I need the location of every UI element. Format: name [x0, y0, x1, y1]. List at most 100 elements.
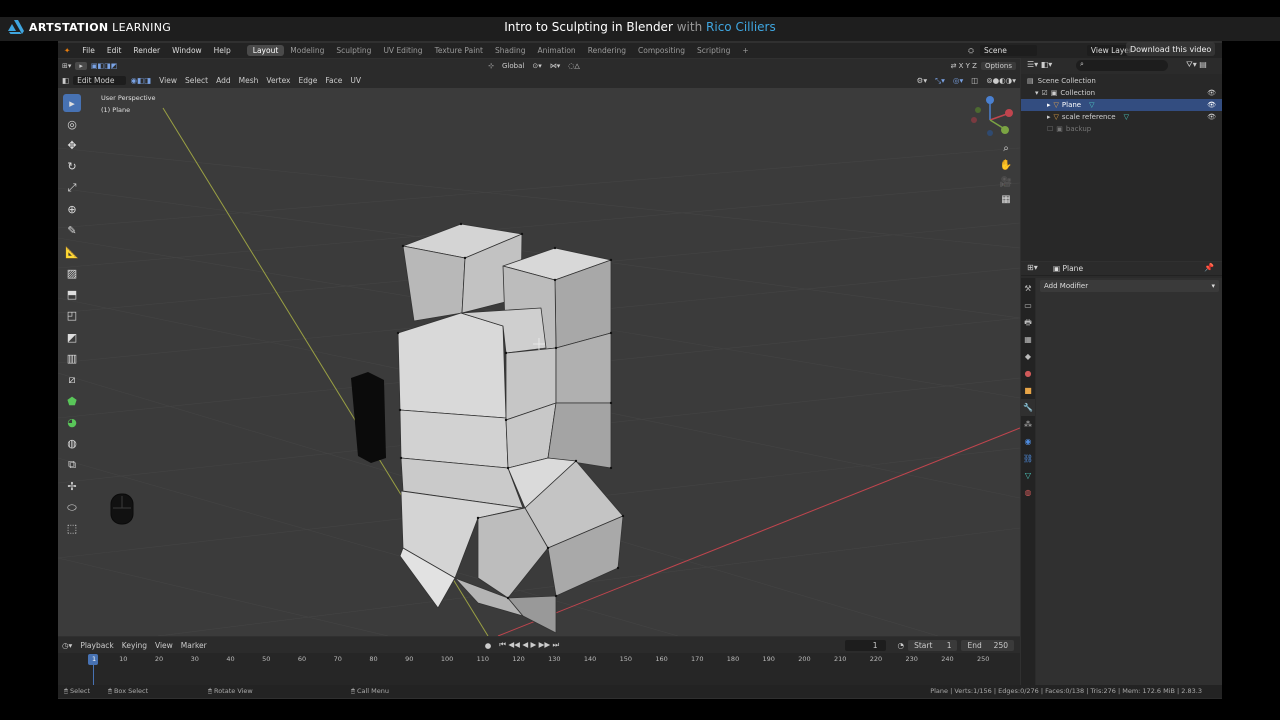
material-tab-icon[interactable]: ◍ [1021, 484, 1035, 501]
add-modifier-dropdown[interactable]: Add Modifier ▾ [1040, 280, 1219, 292]
pan-hand-icon[interactable]: ✋ [999, 157, 1013, 174]
outliner-row-collection[interactable]: ▾ ☑ ▣ Collection 👁 [1021, 87, 1222, 99]
transform-orientation-select[interactable]: Global [498, 62, 528, 70]
outliner-row-backup[interactable]: ☐ ▣ backup [1021, 123, 1222, 135]
menu-mesh[interactable]: Mesh [235, 76, 263, 85]
workspace-tab-compositing[interactable]: Compositing [632, 45, 691, 56]
xray-toggle-icon[interactable]: ◫ [967, 76, 982, 85]
workspace-tab-shading[interactable]: Shading [489, 45, 531, 56]
current-frame-input[interactable]: 1 [844, 639, 886, 651]
tool-tab-icon[interactable]: ⚒ [1021, 280, 1035, 297]
transform-orientation-icon[interactable]: ⊹ [484, 62, 498, 70]
add-cube-tool-icon[interactable]: ▨ [63, 264, 81, 282]
extrude-tool-icon[interactable]: ⬒ [63, 286, 81, 304]
menu-view[interactable]: View [155, 76, 181, 85]
scale-tool-icon[interactable]: ⤢ [63, 179, 81, 197]
ortho-toggle-icon[interactable]: ▦ [999, 191, 1013, 208]
edge-slide-tool-icon[interactable]: ⧉ [63, 456, 81, 474]
visibility-eye-icon[interactable]: 👁 [1207, 89, 1216, 97]
output-tab-icon[interactable]: 🖶 [1021, 314, 1035, 331]
gizmo-toggle-icon[interactable]: ⤡▾ [931, 76, 949, 86]
menu-help[interactable]: Help [208, 46, 237, 55]
select-mode-buttons[interactable]: ◉◧◨ [126, 76, 155, 85]
blender-logo-icon[interactable]: ✦ [58, 46, 76, 55]
options-dropdown[interactable]: Options [980, 62, 1016, 70]
outliner-editor-icon[interactable]: ☰▾ ◧▾ [1027, 60, 1052, 69]
workspace-tab-scripting[interactable]: Scripting [691, 45, 736, 56]
menu-vertex[interactable]: Vertex [262, 76, 294, 85]
loop-cut-tool-icon[interactable]: ▥ [63, 350, 81, 368]
menu-uv[interactable]: UV [346, 76, 365, 85]
workspace-tab-modeling[interactable]: Modeling [284, 45, 330, 56]
menu-add[interactable]: Add [212, 76, 235, 85]
modifier-tab-icon[interactable]: 🔧 [1021, 399, 1035, 416]
properties-editor-icon[interactable]: ⊞▾ [1027, 263, 1038, 272]
expand-arrow-icon[interactable]: ▸ [1047, 113, 1051, 121]
start-frame-field[interactable]: Start 1 [908, 639, 958, 651]
timeline-editor-icon[interactable]: ◷▾ [58, 641, 76, 650]
move-tool-icon[interactable]: ✥ [63, 137, 81, 155]
smooth-tool-icon[interactable]: ◍ [63, 435, 81, 453]
particles-tab-icon[interactable]: ⁂ [1021, 416, 1035, 433]
end-frame-field[interactable]: End 250 [961, 639, 1014, 651]
scene-selector[interactable]: Scene [980, 45, 1037, 56]
snap-icon[interactable]: ⋈▾ [546, 62, 565, 70]
annotate-tool-icon[interactable]: ✎ [63, 222, 81, 240]
rip-region-tool-icon[interactable]: ⬚ [63, 520, 81, 538]
shrink-fatten-tool-icon[interactable]: ✢ [63, 477, 81, 495]
physics-tab-icon[interactable]: ◉ [1021, 433, 1035, 450]
clock-icon[interactable]: ◔ [894, 641, 909, 650]
poly-build-tool-icon[interactable]: ⬟ [63, 392, 81, 410]
mode-select[interactable]: Edit Mode [73, 76, 127, 85]
transform-tool-icon[interactable]: ⊕ [63, 200, 81, 218]
menu-render[interactable]: Render [127, 46, 166, 55]
record-button-icon[interactable]: ● [481, 641, 496, 650]
inset-tool-icon[interactable]: ◰ [63, 307, 81, 325]
checkbox-icon[interactable]: ☐ [1047, 125, 1053, 133]
workspace-tab-sculpting[interactable]: Sculpting [330, 45, 377, 56]
filter-icon[interactable]: ⛛▾ ▤ [1186, 60, 1207, 70]
view-layer-tab-icon[interactable]: ▦ [1021, 331, 1035, 348]
menu-window[interactable]: Window [166, 46, 208, 55]
mode-icon[interactable]: ◧ [58, 76, 73, 85]
overlay-toggle-icon[interactable]: ◎▾ [949, 76, 967, 85]
selection-mode-icons[interactable]: ▣◧◨◩ [87, 62, 121, 70]
download-video-button[interactable]: Download this video [1126, 42, 1216, 56]
checkbox-icon[interactable]: ☑ [1042, 89, 1048, 97]
proportional-edit-icon[interactable]: ◌△ [564, 62, 584, 70]
visibility-eye-icon[interactable]: 👁 [1207, 113, 1216, 121]
workspace-tab-uv-editing[interactable]: UV Editing [377, 45, 428, 56]
visibility-eye-icon[interactable]: 👁 [1207, 101, 1216, 109]
pin-icon[interactable]: 📌 [1204, 263, 1214, 272]
add-workspace-button[interactable]: + [736, 45, 754, 56]
measure-tool-icon[interactable]: 📐 [63, 243, 81, 261]
object-tab-icon[interactable]: ■ [1021, 382, 1035, 399]
menu-edit[interactable]: Edit [101, 46, 128, 55]
pivot-icon[interactable]: ⊙▾ [528, 62, 545, 70]
menu-file[interactable]: File [76, 46, 101, 55]
3d-viewport[interactable] [58, 88, 1020, 636]
workspace-tab-animation[interactable]: Animation [531, 45, 581, 56]
world-tab-icon[interactable]: ● [1021, 365, 1035, 382]
workspace-tab-texture-paint[interactable]: Texture Paint [429, 45, 489, 56]
spin-tool-icon[interactable]: ◕ [63, 413, 81, 431]
workspace-tab-layout[interactable]: Layout [246, 45, 285, 56]
mirror-axis-toggles[interactable]: ⇄ X Y Z [947, 62, 981, 70]
data-tab-icon[interactable]: ▽ [1021, 467, 1035, 484]
menu-playback[interactable]: Playback [76, 641, 117, 650]
workspace-tab-rendering[interactable]: Rendering [582, 45, 632, 56]
menu-timeline-view[interactable]: View [151, 641, 177, 650]
menu-marker[interactable]: Marker [177, 641, 211, 650]
editor-type-icon[interactable]: ⊞▾ [58, 62, 75, 70]
scene-icon[interactable]: ⛭ [962, 46, 980, 56]
outliner-row-scene-collection[interactable]: ▤ Scene Collection [1021, 75, 1222, 87]
render-tab-icon[interactable]: ▭ [1021, 297, 1035, 314]
menu-face[interactable]: Face [321, 76, 346, 85]
menu-edge[interactable]: Edge [295, 76, 322, 85]
constraints-tab-icon[interactable]: ⛓ [1021, 450, 1035, 467]
select-box-tool-icon[interactable]: ▸ [63, 94, 81, 112]
outliner-search-input[interactable]: ⌕ [1076, 60, 1168, 71]
expand-arrow-icon[interactable]: ▾ [1035, 89, 1039, 97]
menu-select[interactable]: Select [181, 76, 212, 85]
view-object-types-icon[interactable]: ⚙▾ [913, 76, 932, 85]
